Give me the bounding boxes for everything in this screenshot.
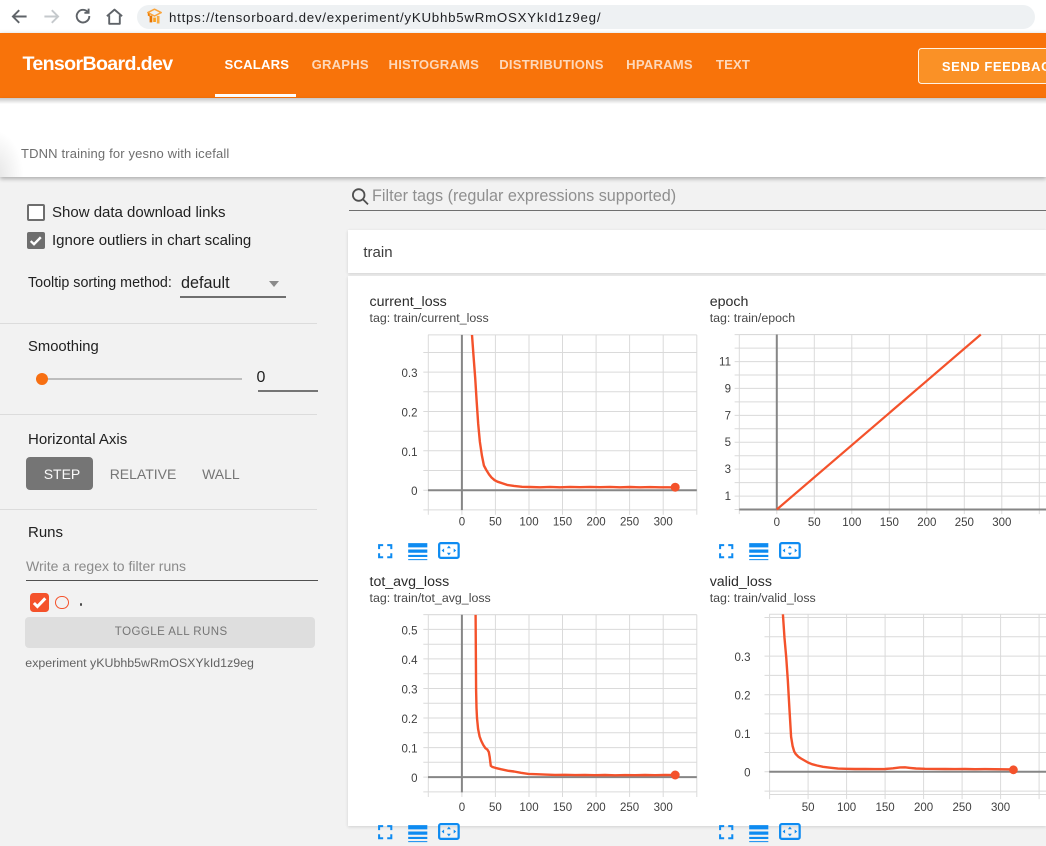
svg-text:100: 100 <box>842 517 861 529</box>
svg-text:0: 0 <box>459 516 465 528</box>
svg-text:250: 250 <box>953 802 972 814</box>
svg-text:3: 3 <box>725 464 731 476</box>
svg-text:1: 1 <box>725 491 731 503</box>
svg-text:50: 50 <box>489 802 502 814</box>
svg-text:150: 150 <box>876 802 895 814</box>
svg-text:100: 100 <box>519 516 538 528</box>
svg-text:300: 300 <box>654 802 673 814</box>
svg-text:0: 0 <box>411 486 417 498</box>
svg-text:0.2: 0.2 <box>402 714 418 726</box>
svg-text:200: 200 <box>917 517 936 529</box>
svg-text:100: 100 <box>519 802 538 814</box>
svg-text:200: 200 <box>914 802 933 814</box>
svg-text:150: 150 <box>880 517 899 529</box>
svg-text:150: 150 <box>553 516 572 528</box>
svg-text:0.5: 0.5 <box>402 625 418 637</box>
svg-text:100: 100 <box>837 802 856 814</box>
svg-text:200: 200 <box>587 516 606 528</box>
svg-text:0.1: 0.1 <box>402 744 418 756</box>
svg-text:0.1: 0.1 <box>735 729 751 741</box>
svg-text:0: 0 <box>411 773 417 785</box>
svg-text:0.1: 0.1 <box>402 447 418 459</box>
svg-text:0: 0 <box>744 768 750 780</box>
svg-text:200: 200 <box>587 802 606 814</box>
svg-text:300: 300 <box>654 516 673 528</box>
svg-text:0.3: 0.3 <box>735 652 751 664</box>
svg-text:250: 250 <box>955 517 974 529</box>
svg-text:300: 300 <box>992 517 1011 529</box>
svg-text:300: 300 <box>991 802 1010 814</box>
svg-text:0: 0 <box>459 802 465 814</box>
svg-text:50: 50 <box>802 802 815 814</box>
svg-text:0.4: 0.4 <box>402 655 419 667</box>
svg-text:0.2: 0.2 <box>735 690 751 702</box>
svg-text:150: 150 <box>553 802 572 814</box>
svg-text:250: 250 <box>620 516 639 528</box>
svg-text:250: 250 <box>620 802 639 814</box>
svg-text:50: 50 <box>808 517 821 529</box>
svg-text:5: 5 <box>725 437 731 449</box>
svg-text:0.2: 0.2 <box>402 408 418 420</box>
svg-text:0: 0 <box>774 517 780 529</box>
svg-text:9: 9 <box>725 383 731 395</box>
svg-text:0.3: 0.3 <box>402 685 418 697</box>
svg-text:0.3: 0.3 <box>402 368 418 380</box>
svg-text:11: 11 <box>719 357 731 369</box>
svg-text:7: 7 <box>725 410 731 422</box>
svg-text:50: 50 <box>489 516 502 528</box>
